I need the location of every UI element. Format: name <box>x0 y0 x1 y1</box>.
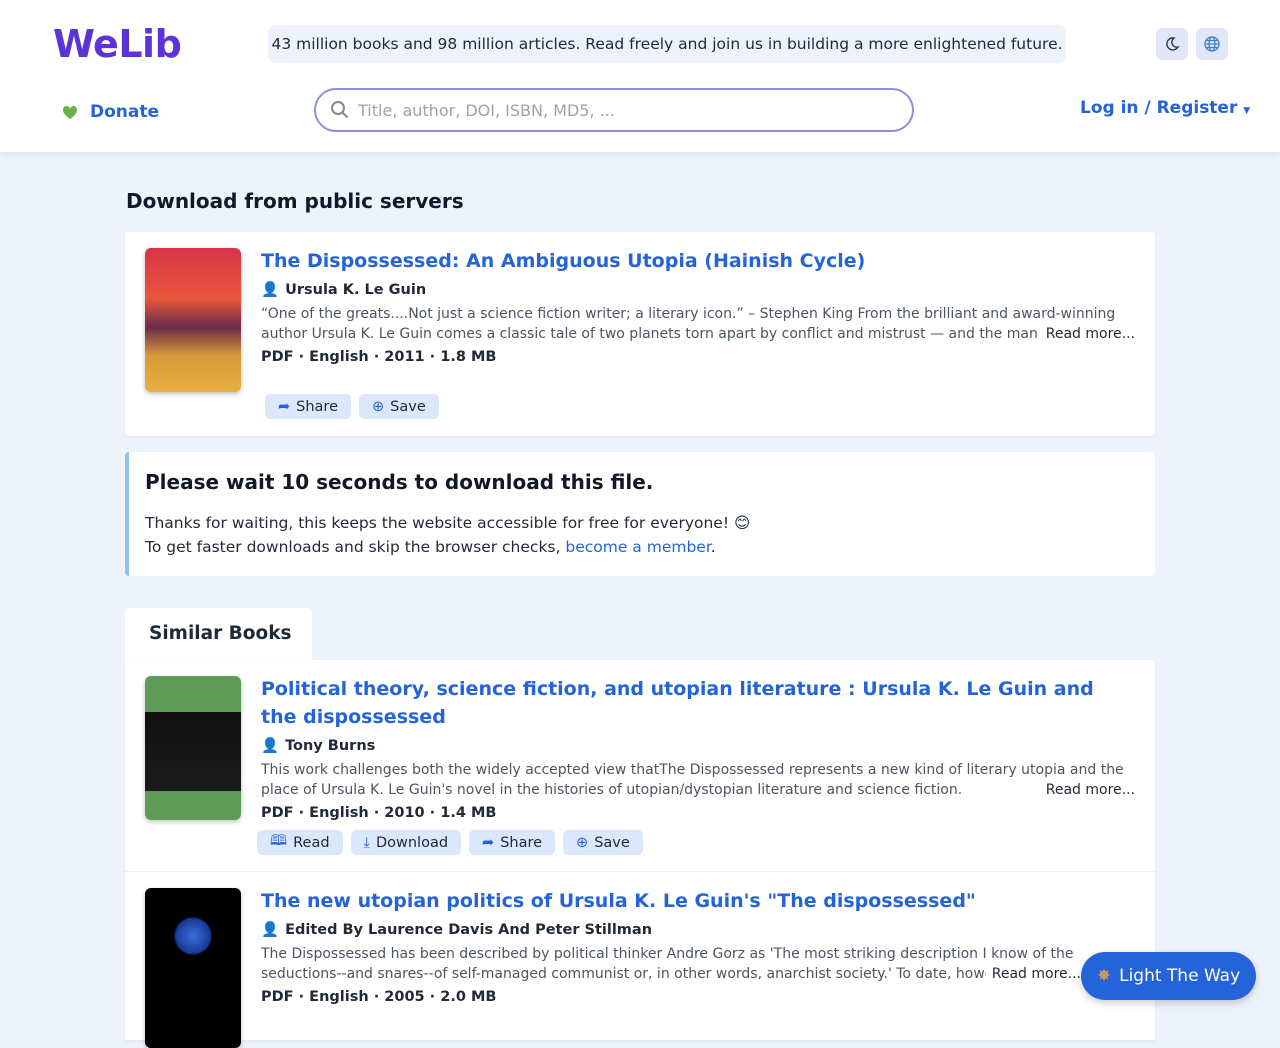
sparkle-icon: ✸ <box>1096 966 1112 986</box>
book-description: “One of the greats....Not just a science… <box>261 304 1135 344</box>
donate-link[interactable]: Donate <box>62 102 159 122</box>
moon-icon <box>1166 37 1180 51</box>
book-author[interactable]: 👤 Tony Burns <box>261 737 376 755</box>
book-title[interactable]: The Dispossessed: An Ambiguous Utopia (H… <box>261 247 1131 275</box>
description-text: This work challenges both the widely acc… <box>261 762 1124 798</box>
book-card: The Dispossessed: An Ambiguous Utopia (H… <box>125 232 1155 436</box>
wait-line2: To get faster downloads and skip the bro… <box>145 538 716 556</box>
heart-icon <box>62 105 78 119</box>
book-actions: ➦ Share ⊕ Save <box>265 394 439 419</box>
read-more-link[interactable]: Read more... <box>1039 780 1135 800</box>
download-icon: ⤓ <box>363 834 370 851</box>
author-name: Edited By Laurence Davis And Peter Still… <box>285 921 653 938</box>
book-meta: PDF · English · 2005 · 2.0 MB <box>261 989 497 1005</box>
light-the-way-button[interactable]: ✸ Light The Way <box>1081 952 1256 1000</box>
read-button[interactable]: 🕮 Read <box>257 830 343 855</box>
save-button[interactable]: ⊕ Save <box>563 830 643 855</box>
share-button[interactable]: ➦ Share <box>469 830 556 855</box>
save-label: Save <box>594 834 630 851</box>
wait-line2-text: To get faster downloads and skip the bro… <box>145 538 566 556</box>
book-cover[interactable] <box>145 676 241 820</box>
read-more-link[interactable]: Read more... <box>1039 324 1135 344</box>
divider <box>125 871 1155 872</box>
save-label: Save <box>390 398 426 415</box>
share-icon: ➦ <box>482 834 495 851</box>
author-icon: 👤 <box>261 738 280 754</box>
read-more-link[interactable]: Read more... <box>985 964 1081 984</box>
wait-title: Please wait 10 seconds to download this … <box>145 470 654 494</box>
login-label: Log in / Register <box>1080 98 1238 118</box>
wait-line1: Thanks for waiting, this keeps the websi… <box>145 514 751 532</box>
book-author[interactable]: 👤 Edited By Laurence Davis And Peter Stil… <box>261 921 653 939</box>
login-register-link[interactable]: Log in / Register ▼ <box>1080 98 1250 118</box>
tab-similar-books[interactable]: Similar Books <box>125 608 312 662</box>
header: WeLib 43 million books and 98 million ar… <box>0 0 1280 152</box>
dark-mode-button[interactable] <box>1156 28 1188 60</box>
book-meta: PDF · English · 2010 · 1.4 MB <box>261 805 497 821</box>
book-title[interactable]: The new utopian politics of Ursula K. Le… <box>261 887 1131 915</box>
donate-label: Donate <box>90 102 160 122</box>
language-button[interactable] <box>1196 28 1228 60</box>
caret-down-icon: ▼ <box>1243 106 1251 116</box>
share-icon: ➦ <box>278 398 291 415</box>
globe-icon <box>1204 36 1220 52</box>
banner: 43 million books and 98 million articles… <box>268 25 1066 63</box>
description-text: “One of the greats....Not just a science… <box>261 306 1116 342</box>
share-button[interactable]: ➦ Share <box>265 394 351 419</box>
book-title[interactable]: Political theory, science fiction, and u… <box>261 675 1131 731</box>
description-text: The Dispossessed has been described by p… <box>261 946 1074 982</box>
author-name: Tony Burns <box>285 737 376 754</box>
search-input[interactable] <box>358 100 878 120</box>
similar-books-list: Political theory, science fiction, and u… <box>125 660 1155 1048</box>
share-label: Share <box>500 834 543 851</box>
book-actions: 🕮 Read ⤓ Download ➦ Share ⊕ Save <box>257 830 643 855</box>
book-open-icon: 🕮 <box>270 833 288 849</box>
book-description: This work challenges both the widely acc… <box>261 760 1135 800</box>
book-meta: PDF · English · 2011 · 1.8 MB <box>261 349 497 365</box>
logo[interactable]: WeLib <box>53 22 182 66</box>
wait-line2-end: . <box>710 538 716 556</box>
book-description: The Dispossessed has been described by p… <box>261 944 1081 984</box>
light-the-way-label: Light The Way <box>1119 966 1241 986</box>
author-icon: 👤 <box>261 922 280 938</box>
download-label: Download <box>375 834 449 851</box>
search-bar[interactable] <box>314 88 914 132</box>
book-cover[interactable] <box>145 888 241 1048</box>
book-cover[interactable] <box>145 248 241 392</box>
download-button[interactable]: ⤓ Download <box>350 830 462 855</box>
book-author[interactable]: 👤 Ursula K. Le Guin <box>261 281 427 299</box>
section-heading: Download from public servers <box>126 189 464 213</box>
search-icon <box>331 101 349 119</box>
read-label: Read <box>293 834 330 851</box>
author-name: Ursula K. Le Guin <box>285 281 427 298</box>
plus-circle-icon: ⊕ <box>576 834 589 851</box>
author-icon: 👤 <box>261 282 280 298</box>
become-member-link[interactable]: become a member <box>565 538 710 556</box>
plus-circle-icon: ⊕ <box>372 398 385 415</box>
share-label: Share <box>296 398 338 415</box>
wait-notice: Please wait 10 seconds to download this … <box>125 452 1155 576</box>
save-button[interactable]: ⊕ Save <box>359 394 439 419</box>
